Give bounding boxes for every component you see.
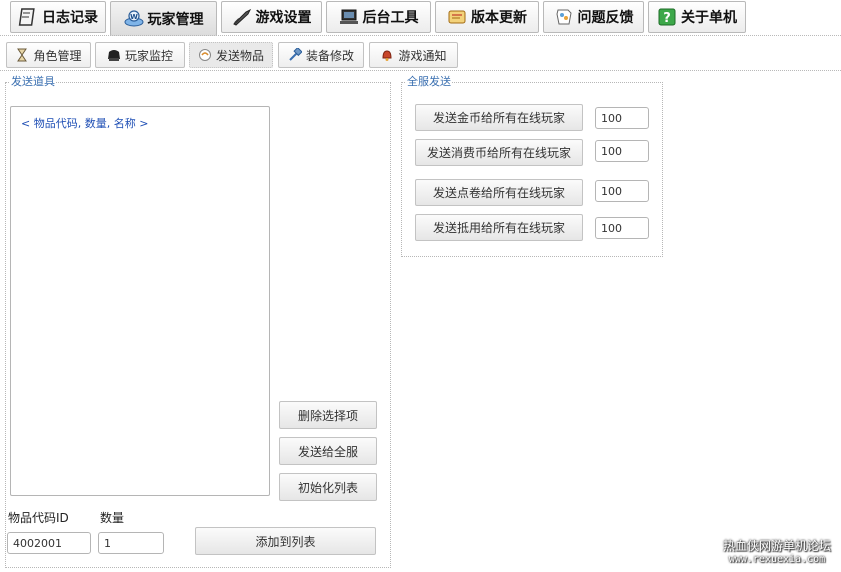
- tab-version-update[interactable]: 版本更新: [435, 1, 539, 33]
- tab-equipment-edit-label: 装备修改: [305, 48, 354, 63]
- server-send-legend: 全服发送: [406, 75, 452, 88]
- svg-text:W: W: [130, 13, 138, 21]
- item-list-header: < 物品代码, 数量, 名称 >: [21, 117, 149, 130]
- points-amount-input[interactable]: [595, 180, 649, 202]
- server-send-group: 全服发送 发送金币给所有在线玩家 发送消费币给所有在线玩家 发送点卷给所有在线玩…: [401, 76, 663, 257]
- tab-role-management[interactable]: 角色管理: [6, 42, 91, 68]
- tab-game-settings-label: 游戏设置: [255, 10, 312, 26]
- item-id-input[interactable]: [7, 532, 91, 554]
- monitor-icon: [107, 50, 120, 61]
- add-to-list-button[interactable]: 添加到列表: [195, 527, 376, 555]
- send-voucher-button[interactable]: 发送抵用给所有在线玩家: [415, 214, 583, 241]
- tab-game-notice[interactable]: 游戏通知: [369, 42, 458, 68]
- tab-version-update-label: 版本更新: [471, 10, 527, 26]
- quantity-label: 数量: [100, 511, 125, 525]
- tab-game-settings[interactable]: 游戏设置: [221, 1, 322, 33]
- send-to-all-server-button[interactable]: 发送给全服: [279, 437, 377, 465]
- delete-selected-button[interactable]: 删除选择项: [279, 401, 377, 429]
- scroll-icon: [448, 10, 466, 24]
- hourglass-icon: [17, 48, 28, 62]
- item-listbox[interactable]: < 物品代码, 数量, 名称 >: [10, 106, 270, 496]
- feedback-icon: [555, 9, 572, 25]
- tab-about[interactable]: ? 关于单机: [648, 1, 746, 33]
- sword-icon: [232, 8, 251, 26]
- main-tab-divider: [0, 35, 841, 36]
- sub-tab-divider: [0, 70, 841, 71]
- tab-feedback[interactable]: 问题反馈: [543, 1, 644, 33]
- send-consume-coin-button[interactable]: 发送消费币给所有在线玩家: [415, 139, 583, 166]
- quantity-input[interactable]: [98, 532, 164, 554]
- send-gold-button[interactable]: 发送金币给所有在线玩家: [415, 104, 583, 131]
- send-points-button[interactable]: 发送点卷给所有在线玩家: [415, 179, 583, 206]
- tab-player-management[interactable]: W 玩家管理: [110, 1, 217, 36]
- web-user-icon: W: [124, 9, 143, 26]
- tab-log-records-label: 日志记录: [42, 10, 98, 26]
- notebook-icon: [18, 8, 35, 26]
- voucher-amount-input[interactable]: [595, 217, 649, 239]
- tab-player-monitor-label: 玩家监控: [124, 48, 173, 63]
- bell-icon: [382, 50, 392, 61]
- item-id-label: 物品代码ID: [8, 511, 69, 525]
- sub-tab-bar: 角色管理 玩家监控 发送物品 装备修改 游戏通知: [0, 38, 841, 72]
- hammer-icon: [289, 48, 302, 61]
- tab-backend-tools[interactable]: 后台工具: [326, 1, 431, 33]
- tab-game-notice-label: 游戏通知: [398, 48, 447, 63]
- tab-log-records[interactable]: 日志记录: [10, 1, 106, 33]
- consume-coin-amount-input[interactable]: [595, 140, 649, 162]
- tab-send-items-label: 发送物品: [215, 48, 264, 63]
- tab-equipment-edit[interactable]: 装备修改: [278, 42, 364, 68]
- watermark-url: www.rexuexia.com: [728, 554, 826, 565]
- svg-text:?: ?: [663, 11, 671, 26]
- gift-icon: [198, 49, 211, 61]
- tab-feedback-label: 问题反馈: [577, 10, 634, 26]
- tab-about-label: 关于单机: [681, 10, 737, 26]
- help-icon: ?: [658, 8, 676, 26]
- site-watermark: 热血侠网游单机论坛 www.rexuexia.com: [723, 540, 831, 566]
- watermark-title: 热血侠网游单机论坛: [722, 539, 831, 553]
- initialize-list-button[interactable]: 初始化列表: [279, 473, 377, 501]
- main-tab-bar: 日志记录 W 玩家管理 游戏设置 后台工具 版本更新 问题反馈 ? 关于单机: [0, 0, 841, 36]
- tab-player-monitor[interactable]: 玩家监控: [95, 42, 185, 68]
- tab-player-management-label: 玩家管理: [147, 11, 204, 28]
- gold-amount-input[interactable]: [595, 107, 649, 129]
- tab-send-items[interactable]: 发送物品: [189, 42, 273, 68]
- laptop-icon: [339, 9, 358, 24]
- send-items-legend: 发送道具: [10, 75, 56, 88]
- tab-backend-tools-label: 后台工具: [362, 10, 419, 26]
- send-items-group: 发送道具 < 物品代码, 数量, 名称 > 删除选择项 发送给全服 初始化列表 …: [5, 76, 391, 568]
- tab-role-management-label: 角色管理: [33, 48, 82, 63]
